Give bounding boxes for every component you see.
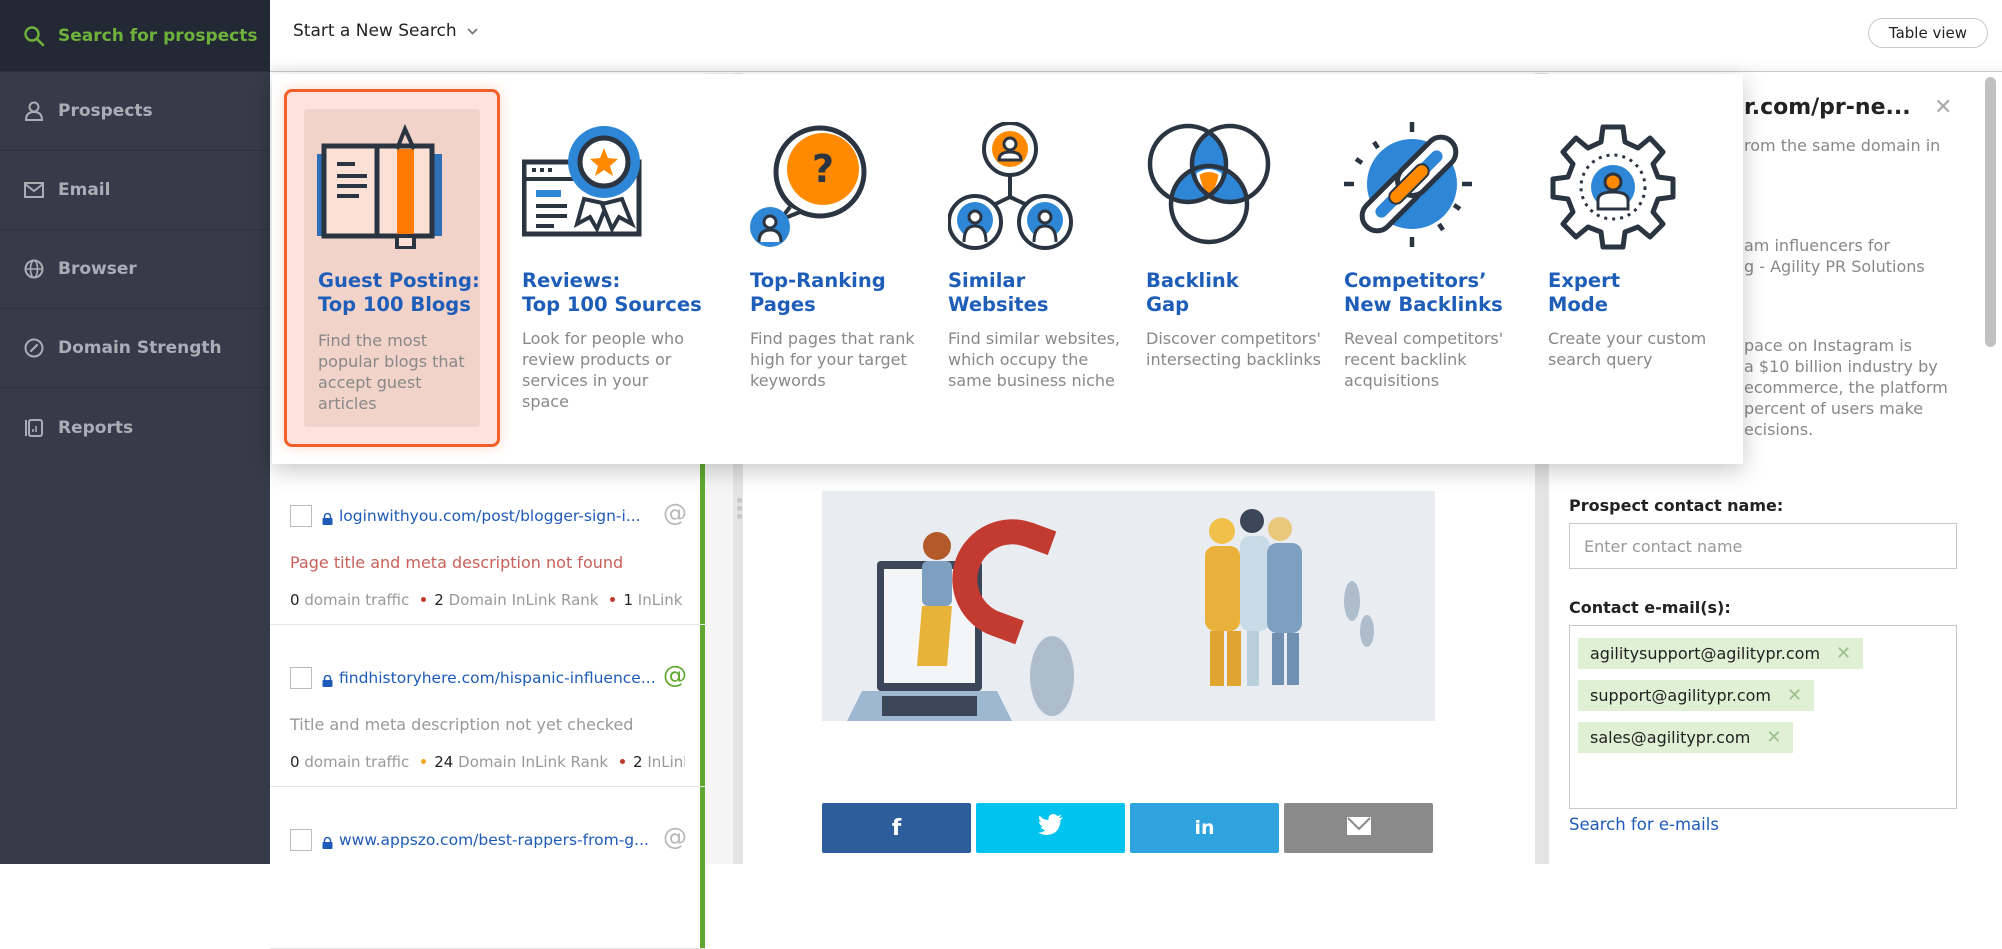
remove-email-icon[interactable]: ✕ [1766, 727, 1781, 748]
search-type-guest-posting[interactable]: Guest Posting:Top 100 Blogs Find the mos… [272, 74, 512, 464]
search-type-competitors-new-backlinks[interactable]: Competitors’New Backlinks Reveal competi… [1344, 74, 1544, 464]
contact-name-label: Prospect contact name: [1569, 496, 1783, 515]
search-type-backlink-gap[interactable]: BacklinkGap Discover competitors' inters… [1146, 74, 1346, 464]
lock-icon [322, 834, 333, 846]
email-tag: support@agilitypr.com✕ [1578, 680, 1814, 711]
start-new-search-dropdown[interactable]: Start a New Search [293, 21, 478, 41]
share-linkedin-button[interactable]: in [1130, 803, 1279, 853]
remove-email-icon[interactable]: ✕ [1836, 643, 1851, 664]
close-icon[interactable]: ✕ [1934, 95, 1952, 120]
search-type-title: BacklinkGap [1146, 269, 1346, 317]
sidebar: Search for prospects Prospects Email Bro… [0, 0, 270, 864]
chevron-down-icon [467, 24, 478, 38]
row-metrics: 0 domain traffic24 Domain InLink Rank2 I… [290, 753, 685, 771]
share-twitter-button[interactable] [976, 803, 1125, 853]
gear-user-icon [1548, 122, 1678, 252]
sidebar-item-domain-strength[interactable]: Domain Strength [0, 309, 270, 388]
table-view-button[interactable]: Table view [1868, 18, 1988, 48]
prospect-url[interactable]: www.appszo.com/best-rappers-from-g... [339, 831, 649, 849]
lock-icon [322, 672, 333, 684]
svg-text:?: ? [812, 147, 834, 191]
search-type-title: ExpertMode [1548, 269, 1748, 317]
search-for-emails-link[interactable]: Search for e-mails [1569, 815, 1719, 834]
search-type-desc: Discover competitors' intersecting backl… [1146, 328, 1321, 370]
start-new-search-label: Start a New Search [293, 21, 457, 41]
book-pencil-icon [317, 124, 447, 254]
search-type-reviews[interactable]: Reviews:Top 100 Sources Look for people … [522, 74, 722, 464]
twitter-icon [1038, 814, 1064, 842]
share-email-button[interactable] [1284, 803, 1433, 853]
prospect-url[interactable]: loginwithyou.com/post/blogger-sign-i... [339, 507, 641, 525]
row-checkbox[interactable] [290, 667, 312, 689]
list-item[interactable]: findhistoryhere.com/hispanic-influence..… [270, 625, 705, 787]
search-type-title: SimilarWebsites [948, 269, 1148, 317]
email-tag: agilitysupport@agilitypr.com✕ [1578, 638, 1863, 669]
search-type-title: Reviews:Top 100 Sources [522, 269, 722, 317]
prospect-url[interactable]: findhistoryhere.com/hispanic-influence..… [339, 669, 656, 687]
search-type-desc: Find similar websites, which occupy the … [948, 328, 1123, 391]
row-checkbox[interactable] [290, 829, 312, 851]
sidebar-item-reports[interactable]: Reports [0, 388, 270, 467]
envelope-icon [22, 178, 46, 202]
remove-email-icon[interactable]: ✕ [1787, 685, 1802, 706]
search-type-title: Competitors’New Backlinks [1344, 269, 1544, 317]
sidebar-item-browser[interactable]: Browser [0, 230, 270, 309]
top-header: Start a New Search Table view [270, 0, 2002, 72]
search-type-similar-websites[interactable]: SimilarWebsites Find similar websites, w… [948, 74, 1148, 464]
search-type-title: Guest Posting:Top 100 Blogs [318, 269, 518, 317]
linkedin-icon: in [1194, 817, 1214, 839]
sidebar-item-label: Browser [58, 259, 137, 279]
share-facebook-button[interactable]: f [822, 803, 971, 853]
user-network-icon [948, 122, 1078, 252]
detail-text: am influencers forg - Agility PR Solutio… [1744, 235, 1925, 277]
report-icon [22, 416, 46, 440]
sidebar-item-prospects[interactable]: Prospects [0, 72, 270, 151]
contact-emails-label: Contact e-mail(s): [1569, 598, 1731, 617]
list-item[interactable]: www.appszo.com/best-rappers-from-g... @ [270, 787, 705, 949]
venn-diagram-icon [1146, 122, 1276, 252]
gauge-icon [22, 336, 46, 360]
scrollbar[interactable] [1985, 77, 1996, 347]
email-tag: sales@agilitypr.com✕ [1578, 722, 1793, 753]
row-status: Page title and meta description not foun… [290, 553, 623, 572]
row-checkbox[interactable] [290, 505, 312, 527]
search-icon [22, 24, 46, 48]
row-metrics: 0 domain traffic2 Domain InLink Rank1 In… [290, 591, 685, 609]
sidebar-item-label: Search for prospects [58, 26, 257, 46]
search-type-desc: Find pages that rank high for your targe… [750, 328, 925, 391]
sidebar-item-search-for-prospects[interactable]: Search for prospects [0, 0, 270, 72]
envelope-icon [1347, 816, 1371, 841]
email-at-icon[interactable]: @ [663, 499, 687, 527]
detail-title: r.com/pr-ne... [1744, 95, 1911, 120]
sidebar-item-email[interactable]: Email [0, 151, 270, 230]
search-type-title: Top-RankingPages [750, 269, 950, 317]
new-search-menu: Guest Posting:Top 100 Blogs Find the mos… [272, 74, 1743, 464]
search-type-top-ranking-pages[interactable]: ? Top-RankingPages Find pages that rank … [750, 74, 950, 464]
facebook-icon: f [892, 816, 902, 841]
detail-text: pace on Instagram isa $10 billion indust… [1744, 335, 1948, 440]
search-type-desc: Find the most popular blogs that accept … [318, 330, 478, 414]
row-status: Title and meta description not yet check… [290, 715, 633, 734]
sidebar-item-label: Prospects [58, 101, 153, 121]
contact-name-input[interactable] [1569, 523, 1957, 569]
email-at-icon[interactable]: @ [663, 823, 687, 851]
globe-icon [22, 257, 46, 281]
question-bubble-icon: ? [750, 122, 880, 252]
sidebar-item-label: Reports [58, 418, 133, 438]
sidebar-item-label: Domain Strength [58, 338, 222, 358]
search-type-desc: Reveal competitors' recent backlink acqu… [1344, 328, 1519, 391]
search-type-desc: Create your custom search query [1548, 328, 1723, 370]
lock-icon [322, 510, 333, 522]
article-hero-image [822, 491, 1435, 721]
email-at-icon[interactable]: @ [663, 661, 687, 689]
chain-link-icon [1344, 122, 1474, 252]
search-type-desc: Look for people who review products or s… [522, 328, 697, 412]
list-item[interactable]: loginwithyou.com/post/blogger-sign-i... … [270, 463, 705, 625]
detail-text: rom the same domain in [1744, 135, 1940, 156]
award-ribbon-icon [522, 124, 652, 254]
contact-emails-field[interactable]: agilitysupport@agilitypr.com✕ support@ag… [1569, 625, 1957, 809]
search-type-expert-mode[interactable]: ExpertMode Create your custom search que… [1548, 74, 1748, 464]
sidebar-item-label: Email [58, 180, 110, 200]
user-icon [22, 99, 46, 123]
